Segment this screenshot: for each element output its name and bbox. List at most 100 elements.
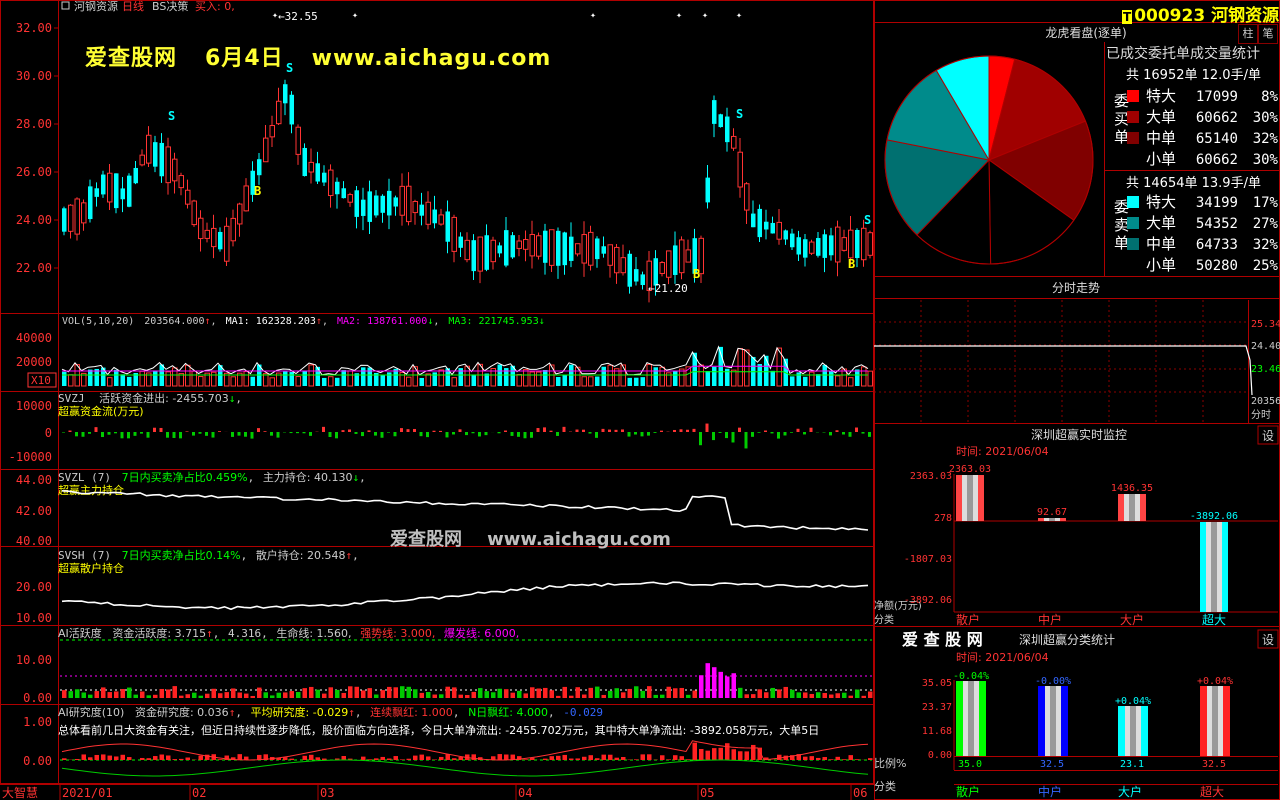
ai-active-bar [842, 692, 847, 698]
svzj-bar [185, 431, 189, 432]
bar-mode-button[interactable]: 柱 [1238, 24, 1258, 44]
intraday-chart: 25.34 24.40 23.46 20356 分时 [874, 300, 1280, 423]
candle-body [120, 188, 125, 200]
ai-active-bar [835, 693, 840, 698]
candle-body [712, 100, 717, 124]
svzj-bar [601, 428, 605, 432]
ai-research-bar [673, 755, 678, 760]
ai-research-bar [705, 750, 710, 760]
svg-text:1.00: 1.00 [23, 715, 52, 729]
svg-text:-1807.03: -1807.03 [904, 554, 952, 565]
candle-body [198, 217, 204, 240]
ai-active-bar [543, 687, 548, 698]
right-panel: 龙虎看盘(逐单) 已成交委托单成交量统计 共 16952单 12.0手/单 委买… [874, 0, 1280, 800]
vol-bar [230, 376, 236, 387]
vol-bar [796, 372, 801, 386]
vol-bar [432, 372, 437, 386]
svzj-bar [172, 432, 176, 438]
svg-text:25.34: 25.34 [1251, 319, 1280, 330]
svzj-bar [465, 432, 468, 436]
vol-bar [634, 377, 639, 386]
order-pie-chart [884, 55, 1094, 265]
candle-body [471, 240, 476, 272]
main-chart[interactable]: 32.00 30.00 28.00 26.00 24.00 22.00 河钢资源… [0, 0, 875, 800]
vol-tick: 40000 [16, 331, 52, 345]
vol-bar [399, 371, 405, 387]
candle-body [302, 147, 307, 177]
ai-research-bar [400, 759, 405, 760]
row-pct: 30% [1253, 110, 1279, 126]
svzj-bar [783, 432, 787, 436]
ai-active-bar [250, 695, 255, 698]
svg-text:42.00: 42.00 [16, 504, 52, 518]
candle-body [81, 202, 87, 224]
ai-research-bar [75, 758, 80, 760]
ai-active-bar [868, 691, 873, 698]
candle-body [185, 189, 191, 205]
vol-bar [341, 370, 346, 386]
ai-research-bar [81, 754, 86, 760]
svzj-bar [81, 432, 85, 437]
ai-active-header: AI活跃度 资金活跃度: 3.715↑, 4.316, 生命线: 1.560, … [58, 626, 519, 640]
stock-name-label: 河钢资源 [74, 0, 118, 13]
vol-bar [387, 372, 392, 386]
monitor-bar-label: 92.67 [1037, 507, 1067, 518]
ai-active-bar [439, 694, 444, 698]
svzj-bar [276, 432, 280, 438]
ai-active-bar [81, 692, 86, 698]
vol-bar [562, 375, 567, 386]
x-tick: 04 [518, 786, 532, 800]
ai-active-bar [309, 686, 314, 698]
ai-active-bar [341, 692, 346, 698]
sell-header: 共 14654单 13.9手/单 [1126, 176, 1261, 191]
ai-active-bar [484, 691, 489, 698]
svzj-bar [101, 432, 104, 438]
tick-mode-button[interactable]: 笔 [1258, 24, 1278, 44]
row-name: 中单 [1146, 235, 1176, 253]
x-tick: 02 [192, 786, 206, 800]
ai-research-bar [569, 758, 574, 760]
svzj-bar [244, 432, 247, 437]
monitor-bar-label: -3892.06 [1190, 511, 1238, 522]
ai-research-bar [686, 759, 691, 760]
ai-active-bar [822, 692, 827, 698]
svzj-bar [660, 430, 663, 432]
svzj-bar [322, 426, 325, 432]
svzj-sub: 超赢资金流(万元) [58, 404, 144, 418]
ai-research-bar [647, 754, 652, 760]
svzj-bar [159, 427, 163, 432]
svg-text:0: 0 [45, 426, 52, 440]
vol-bar [556, 377, 561, 386]
vol-bar [302, 371, 307, 386]
candle-body [575, 243, 581, 255]
ai-research-bar [179, 758, 184, 760]
svzj-bar [289, 432, 293, 434]
ai-active-bar [328, 687, 333, 698]
svzj-bar [582, 429, 585, 432]
svg-text:超赢散户持仓: 超赢散户持仓 [58, 561, 124, 575]
menu-box-icon[interactable] [61, 1, 70, 10]
svsh-header: SVSH (7) 7日内买卖净占比0.14%, 散户持仓: 20.548↑, [58, 548, 359, 562]
row-value: 60662 [1196, 152, 1238, 168]
ai-research-bar [445, 754, 450, 760]
ai-research-bar [549, 756, 554, 760]
row-pct: 32% [1253, 131, 1279, 147]
ai-active-bar [192, 692, 197, 698]
ai-active-bar [621, 692, 626, 698]
svzj-bar [419, 432, 423, 437]
ai-research-bar [744, 751, 749, 760]
vol-bar [425, 373, 431, 387]
candle-body [153, 142, 158, 167]
vol-bar [640, 377, 645, 386]
svg-text:委: 委 [1114, 198, 1129, 216]
ai-research-bar [855, 759, 860, 760]
svzj-bar [842, 432, 845, 435]
ai-research-bar [140, 757, 145, 760]
ai-active-bar [517, 690, 522, 698]
class-top-label: +0.04% [1115, 696, 1151, 707]
candle-body [165, 146, 171, 184]
class-bottom-label: 23.1 [1120, 759, 1144, 770]
svzj-bar [231, 432, 234, 437]
candle-body [490, 239, 496, 263]
vol-bar [380, 375, 385, 386]
